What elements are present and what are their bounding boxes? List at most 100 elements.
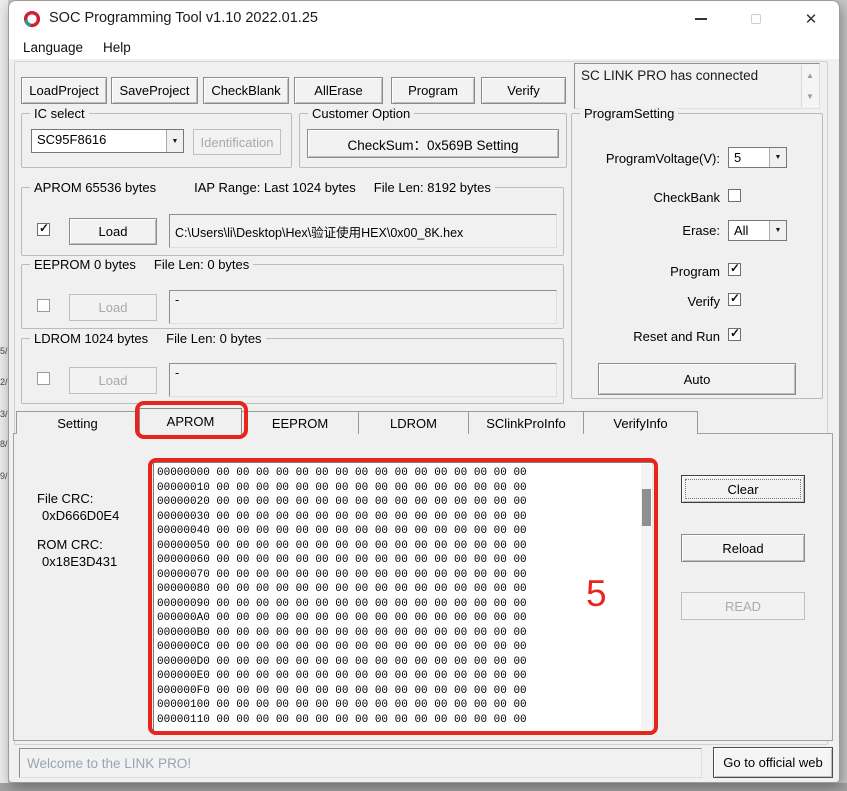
erase-value: All: [734, 223, 748, 238]
background-left-strip: 5/5 2/ 3/ 8/ 9/: [0, 0, 8, 791]
checksum-setting-button[interactable]: CheckSum：0x569B Setting: [307, 129, 559, 158]
minimize-button[interactable]: [681, 1, 721, 37]
saveproject-button[interactable]: SaveProject: [111, 77, 198, 104]
window-title: SOC Programming Tool v1.10 2022.01.25: [49, 10, 318, 26]
background-fragment: 8/: [0, 440, 8, 449]
chevron-down-icon[interactable]: ▼: [166, 130, 183, 152]
hex-rows: 00000000 00 00 00 00 00 00 00 00 00 00 0…: [157, 466, 652, 727]
hex-row: 000000E0 00 00 00 00 00 00 00 00 00 00 0…: [157, 669, 652, 684]
close-icon: ✕: [805, 10, 818, 28]
eeprom-legend: EEPROM 0 bytesFile Len: 0 bytes: [30, 257, 253, 272]
eeprom-load-button: Load: [69, 294, 157, 321]
ldrom-checkbox[interactable]: [37, 372, 50, 385]
voltage-value: 5: [734, 150, 741, 165]
hex-dump-view[interactable]: 00000000 00 00 00 00 00 00 00 00 00 00 0…: [153, 462, 653, 732]
verify-option-label: Verify: [687, 294, 720, 309]
device-status-text: SC LINK PRO has connected: [581, 68, 758, 83]
eeprom-path-field: -: [169, 290, 557, 324]
aprom-load-button[interactable]: Load: [69, 218, 157, 245]
eeprom-checkbox[interactable]: [37, 299, 50, 312]
read-button: READ: [681, 592, 805, 620]
maximize-icon: [751, 14, 761, 24]
chevron-down-icon[interactable]: ▼: [769, 148, 786, 167]
rom-crc-value: 0x18E3D431: [42, 554, 117, 569]
ldrom-legend: LDROM 1024 bytes File Len: 0 bytes: [30, 331, 266, 346]
title-bar: SOC Programming Tool v1.10 2022.01.25 ✕ …: [9, 1, 839, 59]
hex-row: 00000100 00 00 00 00 00 00 00 00 00 00 0…: [157, 698, 652, 713]
tab-aprom[interactable]: APROM: [139, 408, 242, 434]
hex-row: 00000050 00 00 00 00 00 00 00 00 00 00 0…: [157, 539, 652, 554]
verify-button[interactable]: Verify: [481, 77, 566, 104]
customer-option-label: Customer Option: [308, 106, 414, 121]
voltage-label: ProgramVoltage(V):: [606, 151, 720, 166]
hex-row: 00000090 00 00 00 00 00 00 00 00 00 00 0…: [157, 597, 652, 612]
rom-crc-label: ROM CRC:: [37, 537, 103, 552]
reload-button[interactable]: Reload: [681, 534, 805, 562]
hex-row: 000000F0 00 00 00 00 00 00 00 00 00 00 0…: [157, 684, 652, 699]
hex-row: 00000000 00 00 00 00 00 00 00 00 00 00 0…: [157, 466, 652, 481]
background-fragment: 2/: [0, 378, 8, 387]
aprom-path-field: C:\Users\li\Desktop\Hex\验证使用HEX\0x00_8K.…: [169, 214, 557, 248]
tab-verifyinfo[interactable]: VerifyInfo: [584, 411, 698, 434]
tab-setting[interactable]: Setting: [16, 411, 139, 434]
program-button[interactable]: Program: [391, 77, 475, 104]
program-checkbox[interactable]: [728, 263, 741, 276]
program-option-label: Program: [670, 264, 720, 279]
aprom-checkbox[interactable]: [37, 223, 50, 236]
annotation-number: 5: [586, 573, 607, 615]
loadproject-button[interactable]: LoadProject: [21, 77, 107, 104]
file-crc-label: File CRC:: [37, 491, 93, 506]
voltage-combobox[interactable]: 5 ▼: [728, 147, 787, 168]
hex-row: 00000020 00 00 00 00 00 00 00 00 00 00 0…: [157, 495, 652, 510]
program-setting-label: ProgramSetting: [580, 106, 678, 121]
ldrom-path-field: -: [169, 363, 557, 397]
hex-scrollbar-thumb[interactable]: [642, 489, 651, 526]
hex-row: 000000C0 00 00 00 00 00 00 00 00 00 00 0…: [157, 640, 652, 655]
tab-eeprom[interactable]: EEPROM: [242, 411, 359, 434]
erase-combobox[interactable]: All ▼: [728, 220, 787, 241]
go-to-official-web-button[interactable]: Go to official web: [713, 747, 833, 778]
allerase-button[interactable]: AllErase: [294, 77, 383, 104]
scroll-down-icon[interactable]: ▼: [802, 86, 818, 107]
menu-language[interactable]: Language: [17, 38, 89, 59]
verify-checkbox[interactable]: [728, 293, 741, 306]
ic-select-combobox[interactable]: SC95F8616 ▼: [31, 129, 184, 153]
erase-label: Erase:: [682, 223, 720, 238]
scroll-up-icon[interactable]: ▲: [802, 65, 818, 86]
hex-row: 00000070 00 00 00 00 00 00 00 00 00 00 0…: [157, 568, 652, 583]
clear-button[interactable]: Clear: [681, 475, 805, 503]
tab-ldrom[interactable]: LDROM: [359, 411, 469, 434]
maximize-button[interactable]: [736, 1, 776, 37]
close-button[interactable]: ✕: [791, 1, 831, 37]
ldrom-file-len: File Len: 0 bytes: [166, 331, 261, 346]
hex-row: 00000010 00 00 00 00 00 00 00 00 00 00 0…: [157, 481, 652, 496]
ldrom-title: LDROM 1024 bytes: [34, 331, 148, 346]
hex-row: 00000110 00 00 00 00 00 00 00 00 00 00 0…: [157, 713, 652, 728]
reset-and-run-checkbox[interactable]: [728, 328, 741, 341]
minimize-icon: [695, 18, 707, 20]
app-logo-icon: [23, 10, 41, 33]
hex-row: 000000D0 00 00 00 00 00 00 00 00 00 00 0…: [157, 655, 652, 670]
aprom-title: APROM 65536 bytes: [34, 180, 156, 195]
hex-row: 00000080 00 00 00 00 00 00 00 00 00 00 0…: [157, 582, 652, 597]
auto-button[interactable]: Auto: [598, 363, 796, 395]
checkbank-label: CheckBank: [654, 190, 720, 205]
reset-and-run-label: Reset and Run: [633, 329, 720, 344]
ic-select-label: IC select: [30, 106, 89, 121]
hex-row: 00000060 00 00 00 00 00 00 00 00 00 00 0…: [157, 553, 652, 568]
checkblank-button[interactable]: CheckBlank: [203, 77, 289, 104]
checkbank-checkbox[interactable]: [728, 189, 741, 202]
hex-scrollbar[interactable]: [641, 464, 651, 730]
device-status-scrollbar[interactable]: ▲ ▼: [801, 65, 818, 107]
hex-row: 00000040 00 00 00 00 00 00 00 00 00 00 0…: [157, 524, 652, 539]
chevron-down-icon[interactable]: ▼: [769, 221, 786, 240]
device-status-box: SC LINK PRO has connected ▲ ▼: [574, 63, 820, 109]
ic-select-value: SC95F8616: [37, 132, 106, 147]
aprom-iap-range: IAP Range: Last 1024 bytes: [194, 180, 356, 195]
eeprom-title: EEPROM 0 bytes: [34, 257, 136, 272]
tab-sclinkproinfo[interactable]: SClinkProInfo: [469, 411, 584, 434]
identification-button: Identification: [193, 129, 281, 155]
aprom-file-len: File Len: 8192 bytes: [374, 180, 491, 195]
background-fragment: 3/: [0, 410, 8, 419]
menu-help[interactable]: Help: [97, 38, 137, 59]
